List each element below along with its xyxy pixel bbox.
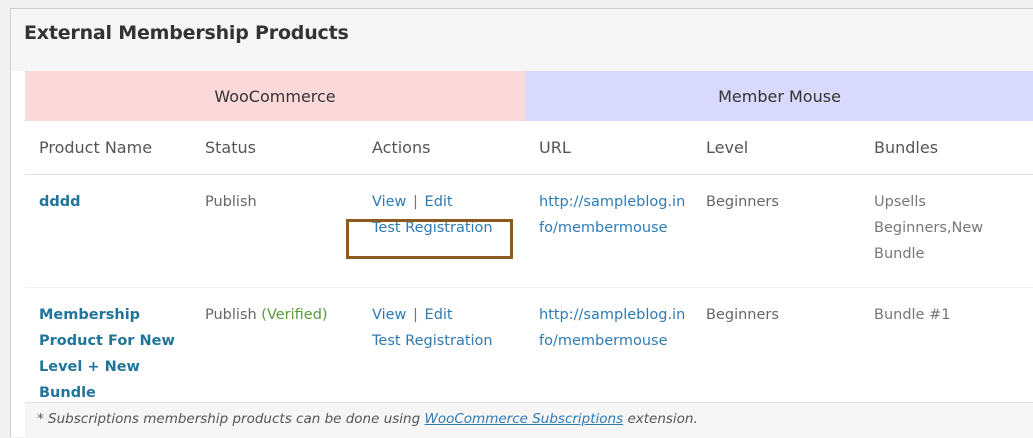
col-product-name: Product Name <box>25 121 191 175</box>
level-text: Beginners <box>706 307 779 323</box>
status-text: Publish <box>205 307 257 323</box>
action-separator: | <box>413 194 418 210</box>
highlight-box <box>346 219 513 259</box>
bundles-text: Upsells Beginners,New Bundle <box>874 194 984 262</box>
group-member-mouse: Member Mouse <box>525 71 1033 121</box>
footer-note: * Subscriptions membership products can … <box>25 402 1033 438</box>
col-status: Status <box>191 121 358 175</box>
level-cell: Beginners <box>692 287 860 416</box>
url-link[interactable]: http://sampleblog.info/membermouse <box>539 302 689 354</box>
product-name-cell: Membership Product For New Level + New B… <box>25 287 191 416</box>
status-cell: Publish (Verified) <box>191 287 358 416</box>
membership-products-panel: External Membership Products WooCommerce… <box>10 8 1033 438</box>
table-row: Membership Product For New Level + New B… <box>25 287 1033 416</box>
group-header-row: WooCommerce Member Mouse <box>25 71 1033 121</box>
footer-prefix: * Subscriptions membership products can … <box>37 411 421 427</box>
group-woocommerce: WooCommerce <box>25 71 525 121</box>
actions-cell: View | Edit Test Registration <box>358 287 525 416</box>
product-name-cell: dddd <box>25 175 191 288</box>
status-text: Publish <box>205 194 257 210</box>
col-bundles: Bundles <box>860 121 1033 175</box>
bundles-cell: Upsells Beginners,New Bundle <box>860 175 1033 288</box>
status-cell: Publish <box>191 175 358 288</box>
url-link[interactable]: http://sampleblog.info/membermouse <box>539 189 689 241</box>
edit-link[interactable]: Edit <box>425 307 453 323</box>
url-cell: http://sampleblog.info/membermouse <box>525 287 692 416</box>
url-cell: http://sampleblog.info/membermouse <box>525 175 692 288</box>
col-actions: Actions <box>358 121 525 175</box>
product-name-link[interactable]: dddd <box>39 194 81 210</box>
actions-cell: View | Edit Test Registration <box>346 175 525 288</box>
panel-header: External Membership Products <box>11 9 1033 71</box>
table-row: dddd Publish View | Edit Test Registrati… <box>25 175 1033 288</box>
bundles-cell: Bundle #1 <box>860 287 1033 416</box>
test-registration-link[interactable]: Test Registration <box>372 333 493 349</box>
action-separator: | <box>413 307 418 323</box>
view-link[interactable]: View <box>372 307 406 323</box>
col-level: Level <box>692 121 860 175</box>
col-url: URL <box>525 121 692 175</box>
level-text: Beginners <box>706 194 779 210</box>
view-link[interactable]: View <box>372 194 406 210</box>
products-table: WooCommerce Member Mouse Product Name St… <box>25 71 1033 416</box>
level-cell: Beginners <box>692 175 860 288</box>
woocommerce-subscriptions-link[interactable]: WooCommerce Subscriptions <box>424 411 623 427</box>
footer-suffix: extension. <box>627 411 698 427</box>
panel-title: External Membership Products <box>24 22 349 44</box>
products-table-wrap: WooCommerce Member Mouse Product Name St… <box>25 71 1033 416</box>
bundles-text: Bundle #1 <box>874 307 951 323</box>
column-header-row: Product Name Status Actions URL Level Bu… <box>25 121 1033 175</box>
product-name-link[interactable]: Membership Product For New Level + New B… <box>39 307 175 401</box>
verified-badge: (Verified) <box>261 307 328 323</box>
edit-link[interactable]: Edit <box>425 194 453 210</box>
